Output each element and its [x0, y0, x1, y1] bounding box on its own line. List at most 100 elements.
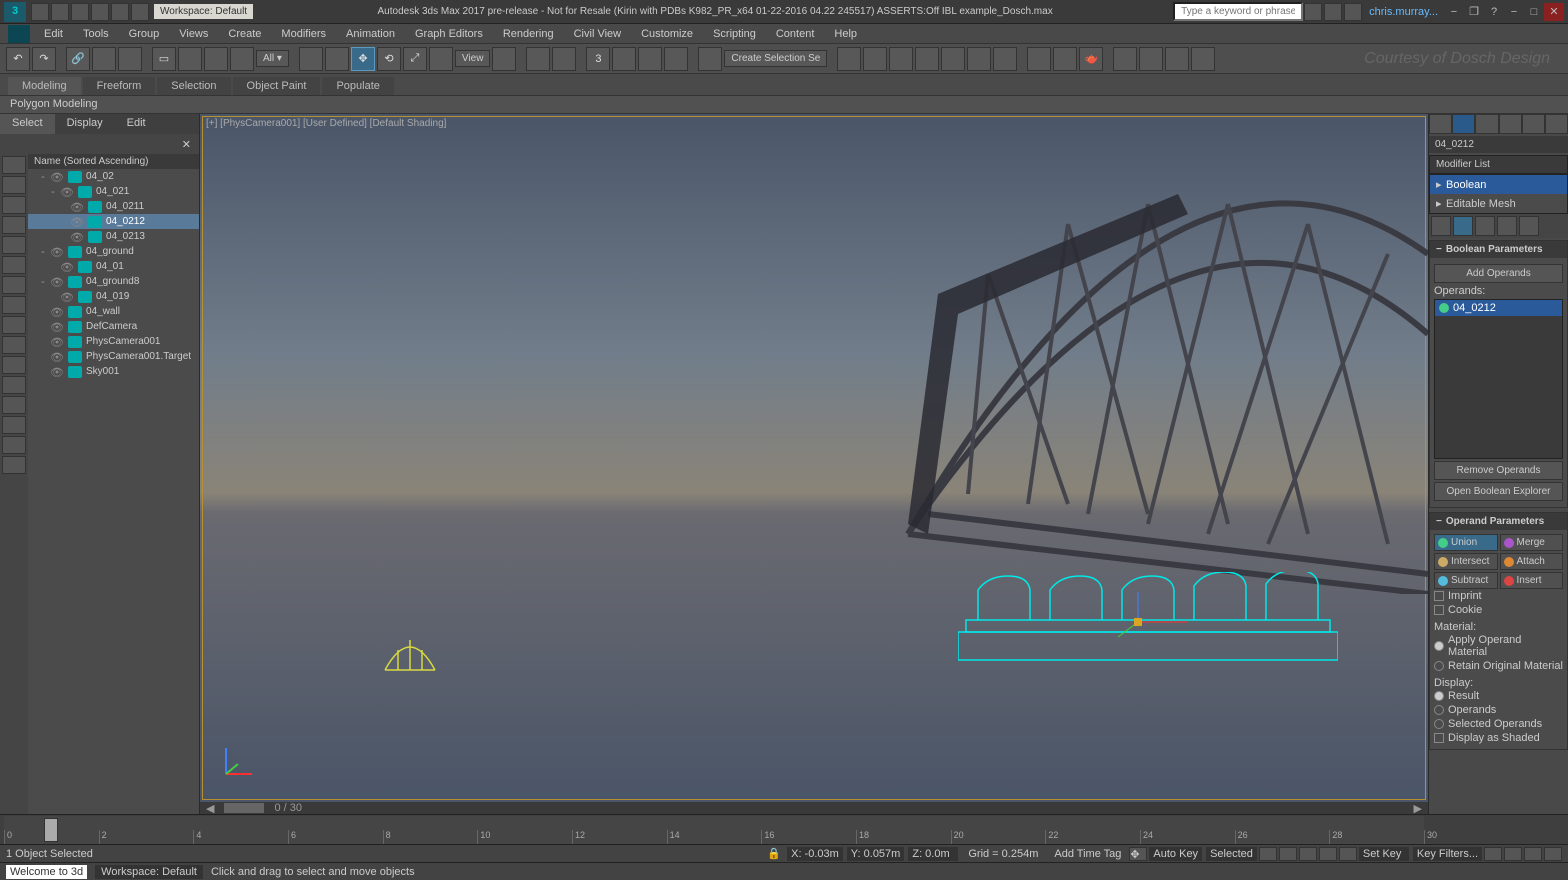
refcoord-dropdown[interactable]: View	[455, 50, 491, 67]
menu-tools[interactable]: Tools	[73, 26, 119, 42]
spinner-snap-icon[interactable]	[664, 47, 688, 71]
op-subtract-button[interactable]: Subtract	[1434, 572, 1498, 589]
timeline-scrollbar[interactable]: ◀ 0 / 30 ▶	[200, 802, 1428, 814]
menu-group[interactable]: Group	[119, 26, 170, 42]
nav-pan-icon[interactable]	[1484, 847, 1502, 861]
scene-tree[interactable]: Name (Sorted Ascending) -👁04_02-👁04_021👁…	[28, 154, 199, 814]
menu-animation[interactable]: Animation	[336, 26, 405, 42]
op-union-button[interactable]: Union	[1434, 534, 1498, 551]
curve-editor-icon[interactable]	[941, 47, 965, 71]
filter-shape-icon[interactable]	[2, 176, 26, 194]
time-slider[interactable]: 024681012141618202224262830	[0, 814, 1568, 844]
menu-scripting[interactable]: Scripting	[703, 26, 766, 42]
tree-row[interactable]: 👁PhysCamera001	[28, 334, 199, 349]
display-shaded-checkbox[interactable]: Display as Shaded	[1434, 731, 1563, 745]
create-tab-icon[interactable]	[1429, 114, 1452, 134]
modifier-stack[interactable]: ▸Boolean ▸Editable Mesh	[1429, 174, 1568, 214]
stack-item-editmesh[interactable]: ▸Editable Mesh	[1430, 194, 1567, 213]
filter-xref-icon[interactable]	[2, 376, 26, 394]
rotate-icon[interactable]: ⟲	[377, 47, 401, 71]
z-coord[interactable]: Z: 0.0m	[908, 847, 958, 861]
pivot-icon[interactable]	[492, 47, 516, 71]
menu-edit[interactable]: Edit	[34, 26, 73, 42]
setkey-button[interactable]: Set Key	[1359, 847, 1409, 861]
tree-row[interactable]: 👁04_0212	[28, 214, 199, 229]
tree-row[interactable]: 👁04_wall	[28, 304, 199, 319]
filter-light-icon[interactable]	[2, 196, 26, 214]
tree-row[interactable]: -👁04_ground	[28, 244, 199, 259]
selected-operands-radio[interactable]: Selected Operands	[1434, 717, 1563, 731]
add-operands-button[interactable]: Add Operands	[1434, 264, 1563, 283]
paint-select-icon[interactable]	[325, 47, 349, 71]
filter-helper-icon[interactable]	[2, 236, 26, 254]
tree-row[interactable]: 👁04_0213	[28, 229, 199, 244]
filter-misc3-icon[interactable]	[2, 436, 26, 454]
utilities-tab-icon[interactable]	[1545, 114, 1568, 134]
keymode-icon[interactable]	[552, 47, 576, 71]
filter-misc4-icon[interactable]	[2, 456, 26, 474]
signin-icon[interactable]	[1344, 3, 1362, 21]
select-object-icon[interactable]	[299, 47, 323, 71]
op-attach-button[interactable]: Attach	[1500, 553, 1564, 570]
redo-icon[interactable]: ↷	[32, 47, 56, 71]
workspace-dropdown[interactable]: Workspace: Default	[154, 4, 253, 19]
apply-material-radio[interactable]: Apply Operand Material	[1434, 633, 1563, 659]
result-radio[interactable]: Result	[1434, 689, 1563, 703]
move-icon[interactable]: ✥	[351, 47, 375, 71]
tree-row[interactable]: -👁04_ground8	[28, 274, 199, 289]
object-name-field[interactable]: 04_0212	[1429, 136, 1568, 153]
tree-row[interactable]: 👁DefCamera	[28, 319, 199, 334]
tab-modeling[interactable]: Modeling	[8, 77, 81, 95]
maximize-button[interactable]: □	[1524, 3, 1544, 21]
selset-dropdown[interactable]: Create Selection Se	[724, 50, 827, 67]
menu-customize[interactable]: Customize	[631, 26, 703, 42]
make-unique-icon[interactable]	[1475, 216, 1495, 236]
operands-list[interactable]: 04_0212	[1434, 299, 1563, 459]
nav-orbit-icon[interactable]	[1524, 847, 1542, 861]
hierarchy-tab-icon[interactable]	[1475, 114, 1498, 134]
qat-link-icon[interactable]	[131, 3, 149, 21]
maxscript-prompt[interactable]: Welcome to 3d	[6, 865, 87, 879]
goto-start-icon[interactable]	[1259, 847, 1277, 861]
toggle-ribbon-icon[interactable]	[915, 47, 939, 71]
window-cross-icon[interactable]	[230, 47, 254, 71]
explorer-tab-select[interactable]: Select	[0, 114, 55, 134]
link-icon[interactable]: 🔗	[66, 47, 90, 71]
nav-zoom-icon[interactable]	[1504, 847, 1522, 861]
filter-camera-icon[interactable]	[2, 216, 26, 234]
rollout-boolean-params[interactable]: Boolean Parameters	[1430, 241, 1567, 258]
minimize-button[interactable]: −	[1444, 3, 1464, 21]
tree-row[interactable]: 👁04_0211	[28, 199, 199, 214]
x-coord[interactable]: X: -0.03m	[787, 847, 843, 861]
menu-help[interactable]: Help	[824, 26, 867, 42]
show-result-icon[interactable]	[1453, 216, 1473, 236]
menu-content[interactable]: Content	[766, 26, 825, 42]
filter-bone-icon[interactable]	[2, 276, 26, 294]
next-frame-icon[interactable]	[1319, 847, 1337, 861]
qat-open-icon[interactable]	[51, 3, 69, 21]
open-explorer-button[interactable]: Open Boolean Explorer	[1434, 482, 1563, 501]
tree-row[interactable]: -👁04_021	[28, 184, 199, 199]
rect-select-icon[interactable]	[204, 47, 228, 71]
mirror-icon[interactable]	[837, 47, 861, 71]
filter-group-icon[interactable]	[2, 356, 26, 374]
tree-row[interactable]: 👁Sky001	[28, 364, 199, 379]
viewport[interactable]: [+] [PhysCamera001] [User Defined] [Defa…	[200, 114, 1428, 802]
op-insert-button[interactable]: Insert	[1500, 572, 1564, 589]
schematic-icon[interactable]	[967, 47, 991, 71]
menu-rendering[interactable]: Rendering	[493, 26, 564, 42]
filter-hidden-icon[interactable]	[2, 336, 26, 354]
op-merge-button[interactable]: Merge	[1500, 534, 1564, 551]
qat-redo-icon[interactable]	[111, 3, 129, 21]
minimize2-button[interactable]: −	[1504, 3, 1524, 21]
menu-civilview[interactable]: Civil View	[564, 26, 631, 42]
filter-space-icon[interactable]	[2, 256, 26, 274]
autokey-button[interactable]: Auto Key	[1149, 847, 1202, 861]
play-icon[interactable]	[1299, 847, 1317, 861]
viewport-label[interactable]: [+] [PhysCamera001] [User Defined] [Defa…	[206, 118, 446, 129]
workspace-status[interactable]: Workspace: Default	[95, 865, 203, 879]
motion-tab-icon[interactable]	[1499, 114, 1522, 134]
tab-selection[interactable]: Selection	[157, 77, 230, 95]
tree-header[interactable]: Name (Sorted Ascending)	[28, 154, 199, 169]
rollout-operand-params[interactable]: Operand Parameters	[1430, 513, 1567, 530]
